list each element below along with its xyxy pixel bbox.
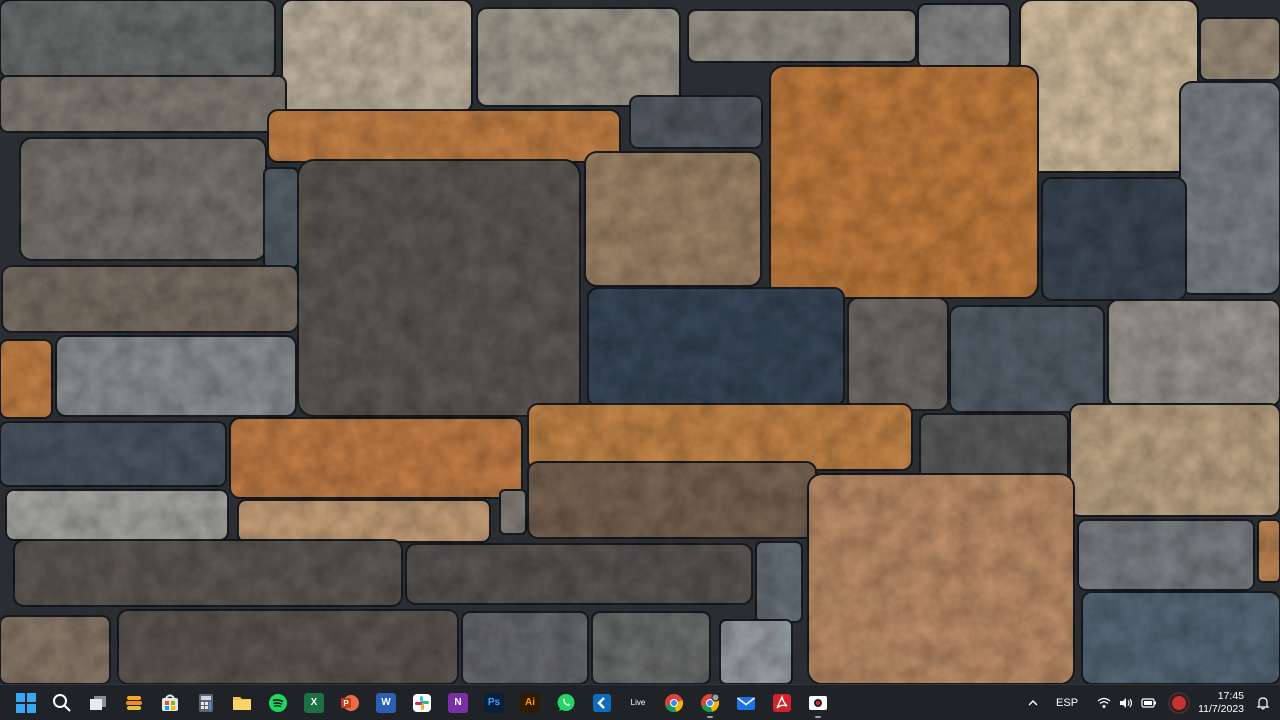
system-tray: ESP 17:45 11/7/2023 [1016,685,1280,720]
clock-date: 11/7/2023 [1198,702,1244,715]
ableton-live-icon: Live [628,692,648,713]
app-store[interactable] [152,686,188,720]
clock-time: 17:45 [1217,689,1244,702]
chrome-icon [665,693,684,712]
battery-icon [1141,697,1157,708]
app-mail[interactable] [728,686,764,720]
app-kanban[interactable] [584,686,620,720]
bell-icon [1256,696,1270,709]
stack-app-icon [126,695,142,710]
volume-icon [1120,697,1133,708]
app-onenote[interactable]: N [440,686,476,720]
app-word[interactable]: W [368,686,404,720]
app-powerpoint[interactable]: P [332,686,368,720]
recorder-icon [809,695,827,710]
notifications-button[interactable] [1250,685,1280,720]
recording-indicator[interactable] [1162,685,1192,720]
store-icon [162,694,178,711]
clock[interactable]: 17:45 11/7/2023 [1192,690,1250,716]
calculator-icon [199,693,213,712]
onenote-icon: N [448,692,468,713]
show-hidden-icons-button[interactable] [1016,685,1050,720]
search-button[interactable] [44,686,80,720]
start-button[interactable] [8,686,44,720]
spotify-icon [269,693,287,712]
chevron-up-icon [1028,699,1038,705]
photoshop-icon: Ps [484,692,504,713]
excel-icon: X [304,692,324,713]
app-calculator[interactable] [188,686,224,720]
taskbar-apps: X P W N Ps Ai Live [0,685,836,720]
mail-icon [737,696,755,710]
app-illustrator[interactable]: Ai [512,686,548,720]
task-view-button[interactable] [80,686,116,720]
app-file-explorer[interactable] [224,686,260,720]
desktop-wallpaper [0,0,1280,684]
chrome-profile-icon [701,693,720,712]
app-chrome-profile[interactable] [692,686,728,720]
network-volume-battery[interactable] [1092,685,1162,720]
app-excel[interactable]: X [296,686,332,720]
app-chrome[interactable] [656,686,692,720]
wifi-icon [1097,697,1111,708]
svg-text:P: P [343,699,349,708]
kanban-icon [593,693,611,712]
app-whatsapp[interactable] [548,686,584,720]
app-slack[interactable] [404,686,440,720]
app-acrobat[interactable] [764,686,800,720]
folder-icon [233,696,251,710]
whatsapp-icon [557,693,575,711]
task-view-icon [90,695,106,710]
search-icon [53,693,71,712]
record-icon [1168,691,1190,714]
taskbar: X P W N Ps Ai Live ESP 17:45 11/7/2023 [0,684,1280,720]
language-indicator[interactable]: ESP [1050,685,1092,720]
word-icon: W [376,692,396,713]
app-ableton-live[interactable]: Live [620,686,656,720]
app-photoshop[interactable]: Ps [476,686,512,720]
windows-logo-icon [16,692,36,713]
slack-icon [413,693,431,712]
illustrator-icon: Ai [520,692,540,713]
app-stack[interactable] [116,686,152,720]
app-recorder[interactable] [800,686,836,720]
acrobat-icon [773,693,791,712]
app-spotify[interactable] [260,686,296,720]
powerpoint-icon: P [341,694,359,711]
